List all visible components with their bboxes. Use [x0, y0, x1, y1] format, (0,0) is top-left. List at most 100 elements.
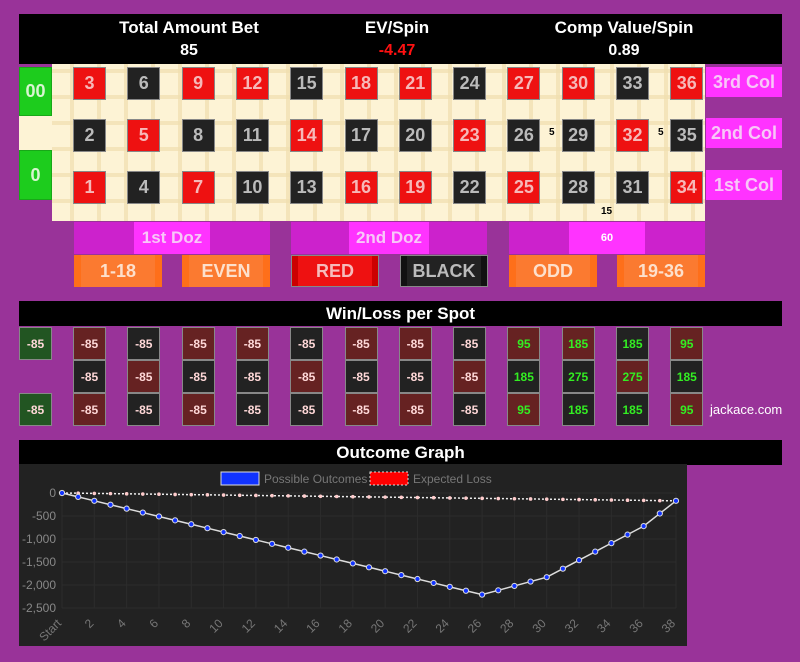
number-spot[interactable]: 27 — [507, 67, 541, 100]
number-spot[interactable]: 3 — [73, 67, 106, 100]
winloss-cell: -85 — [181, 327, 215, 360]
bet-1-18[interactable]: 1-18 — [74, 255, 162, 287]
number-spot[interactable]: 18 — [344, 67, 378, 100]
bet-19-36[interactable]: 19-36 — [617, 255, 705, 287]
expected-loss-point — [431, 495, 436, 500]
number-spot[interactable]: 13 — [290, 171, 324, 204]
dozen-bet-3rd[interactable]: 60 — [509, 222, 705, 254]
possible-outcome-point — [462, 587, 470, 594]
winloss-cell: 275 — [616, 360, 649, 393]
winloss-cell: -85 — [73, 327, 106, 360]
x-tick-label: 32 — [562, 616, 582, 636]
possible-outcome-point — [414, 575, 421, 583]
ev-value: -4.47 — [378, 42, 416, 59]
number-spot[interactable]: 24 — [453, 67, 487, 100]
winloss-cell: -85 — [344, 360, 378, 393]
expected-loss-point — [496, 496, 501, 501]
number-spot[interactable]: 35 — [670, 119, 704, 152]
bet-black[interactable]: BLACK — [400, 255, 488, 287]
y-tick-label: 0 — [49, 486, 56, 500]
possible-outcome-point — [285, 544, 292, 551]
legend-label-expected: Expected Loss — [413, 472, 492, 486]
comp-label: Comp Value/Spin — [554, 18, 694, 37]
double-zero-spot[interactable]: 00 — [19, 67, 52, 116]
number-spot[interactable]: 14 — [290, 119, 324, 152]
number-spot[interactable]: 17 — [344, 119, 378, 152]
expected-loss-point — [367, 495, 371, 499]
x-tick-label: 20 — [368, 616, 388, 636]
number-spot[interactable]: 28 — [561, 171, 595, 204]
number-spot[interactable]: 32 — [616, 119, 649, 152]
number-spot[interactable]: 34 — [670, 171, 704, 204]
number-spot[interactable]: 16 — [344, 171, 378, 204]
credit-link[interactable]: jackace.com — [710, 402, 782, 417]
winloss-cell: -85 — [127, 393, 161, 426]
possible-outcome-point — [107, 501, 114, 508]
comp-stat: Comp Value/Spin 0.89 — [494, 14, 754, 60]
y-tick-label: -2,000 — [22, 578, 56, 592]
number-spot[interactable]: 15 — [290, 67, 324, 100]
chip-split-32-35[interactable]: 5 — [658, 127, 664, 138]
winloss-cell: 185 — [616, 393, 649, 426]
number-spot[interactable]: 21 — [398, 67, 432, 100]
winloss-cell: -85 — [73, 393, 106, 426]
x-tick-label: Start — [36, 616, 64, 644]
expected-loss-point — [447, 496, 452, 500]
number-spot[interactable]: 2 — [73, 119, 106, 152]
column-bet-3rd[interactable]: 3rd Col — [706, 67, 782, 97]
zero-spot[interactable]: 0 — [19, 150, 52, 200]
x-tick-label: 28 — [497, 616, 517, 636]
possible-outcome-point — [672, 497, 680, 504]
chip-split-26-29[interactable]: 5 — [549, 127, 555, 138]
x-tick-label: 6 — [146, 616, 161, 631]
number-spot[interactable]: 26 — [507, 119, 541, 152]
number-spot[interactable]: 36 — [670, 67, 704, 100]
number-spot[interactable]: 4 — [127, 171, 161, 204]
winloss-cell: -85 — [127, 360, 161, 393]
possible-outcome-point — [301, 548, 308, 555]
bet-red[interactable]: RED — [291, 255, 379, 287]
dozen-bet-2nd[interactable]: 2nd Doz — [291, 222, 487, 254]
number-spot[interactable]: 11 — [235, 119, 269, 152]
winloss-cell: 185 — [616, 327, 649, 360]
number-spot[interactable]: 22 — [453, 171, 487, 204]
number-spot[interactable]: 12 — [235, 67, 269, 100]
graph-title: Outcome Graph — [19, 440, 782, 465]
bet-odd[interactable]: ODD — [509, 255, 597, 287]
number-spot[interactable]: 1 — [73, 171, 106, 204]
zero-split-spot[interactable] — [19, 116, 52, 150]
expected-loss-point — [237, 493, 242, 498]
number-spot[interactable]: 6 — [127, 67, 161, 100]
winloss-cell: 185 — [561, 393, 595, 426]
column-bet-2nd[interactable]: 2nd Col — [706, 118, 782, 148]
number-spot[interactable]: 9 — [181, 67, 215, 100]
expected-loss-point — [561, 497, 565, 502]
number-spot[interactable]: 25 — [507, 171, 541, 204]
x-tick-label: 26 — [465, 616, 485, 636]
number-spot[interactable]: 8 — [181, 119, 215, 152]
number-spot[interactable]: 33 — [616, 67, 649, 100]
possible-outcome-point — [252, 536, 259, 544]
expected-loss-point — [254, 493, 258, 498]
number-spot[interactable]: 31 — [616, 171, 649, 204]
number-spot[interactable]: 5 — [127, 119, 161, 152]
bet-even[interactable]: EVEN — [182, 255, 270, 287]
column-bet-1st[interactable]: 1st Col — [706, 170, 782, 200]
number-spot[interactable]: 23 — [453, 119, 487, 152]
possible-outcome-point — [333, 556, 340, 563]
comp-value: 0.89 — [608, 42, 640, 59]
y-tick-label: -500 — [32, 509, 56, 523]
number-spot[interactable]: 30 — [561, 67, 595, 100]
number-spot[interactable]: 19 — [398, 171, 432, 204]
winloss-0: -85 — [19, 393, 52, 426]
number-spot[interactable]: 20 — [398, 119, 432, 152]
winloss-cell: -85 — [290, 360, 324, 393]
dozen-bet-1st[interactable]: 1st Doz — [74, 222, 270, 254]
number-spot[interactable]: 29 — [561, 119, 595, 152]
winloss-cell: 95 — [670, 393, 704, 426]
chip-street[interactable]: 15 — [601, 206, 612, 217]
x-tick-label: 10 — [206, 616, 226, 636]
number-spot[interactable]: 10 — [235, 171, 269, 204]
number-spot[interactable]: 7 — [181, 171, 215, 204]
expected-loss-point — [512, 496, 517, 501]
